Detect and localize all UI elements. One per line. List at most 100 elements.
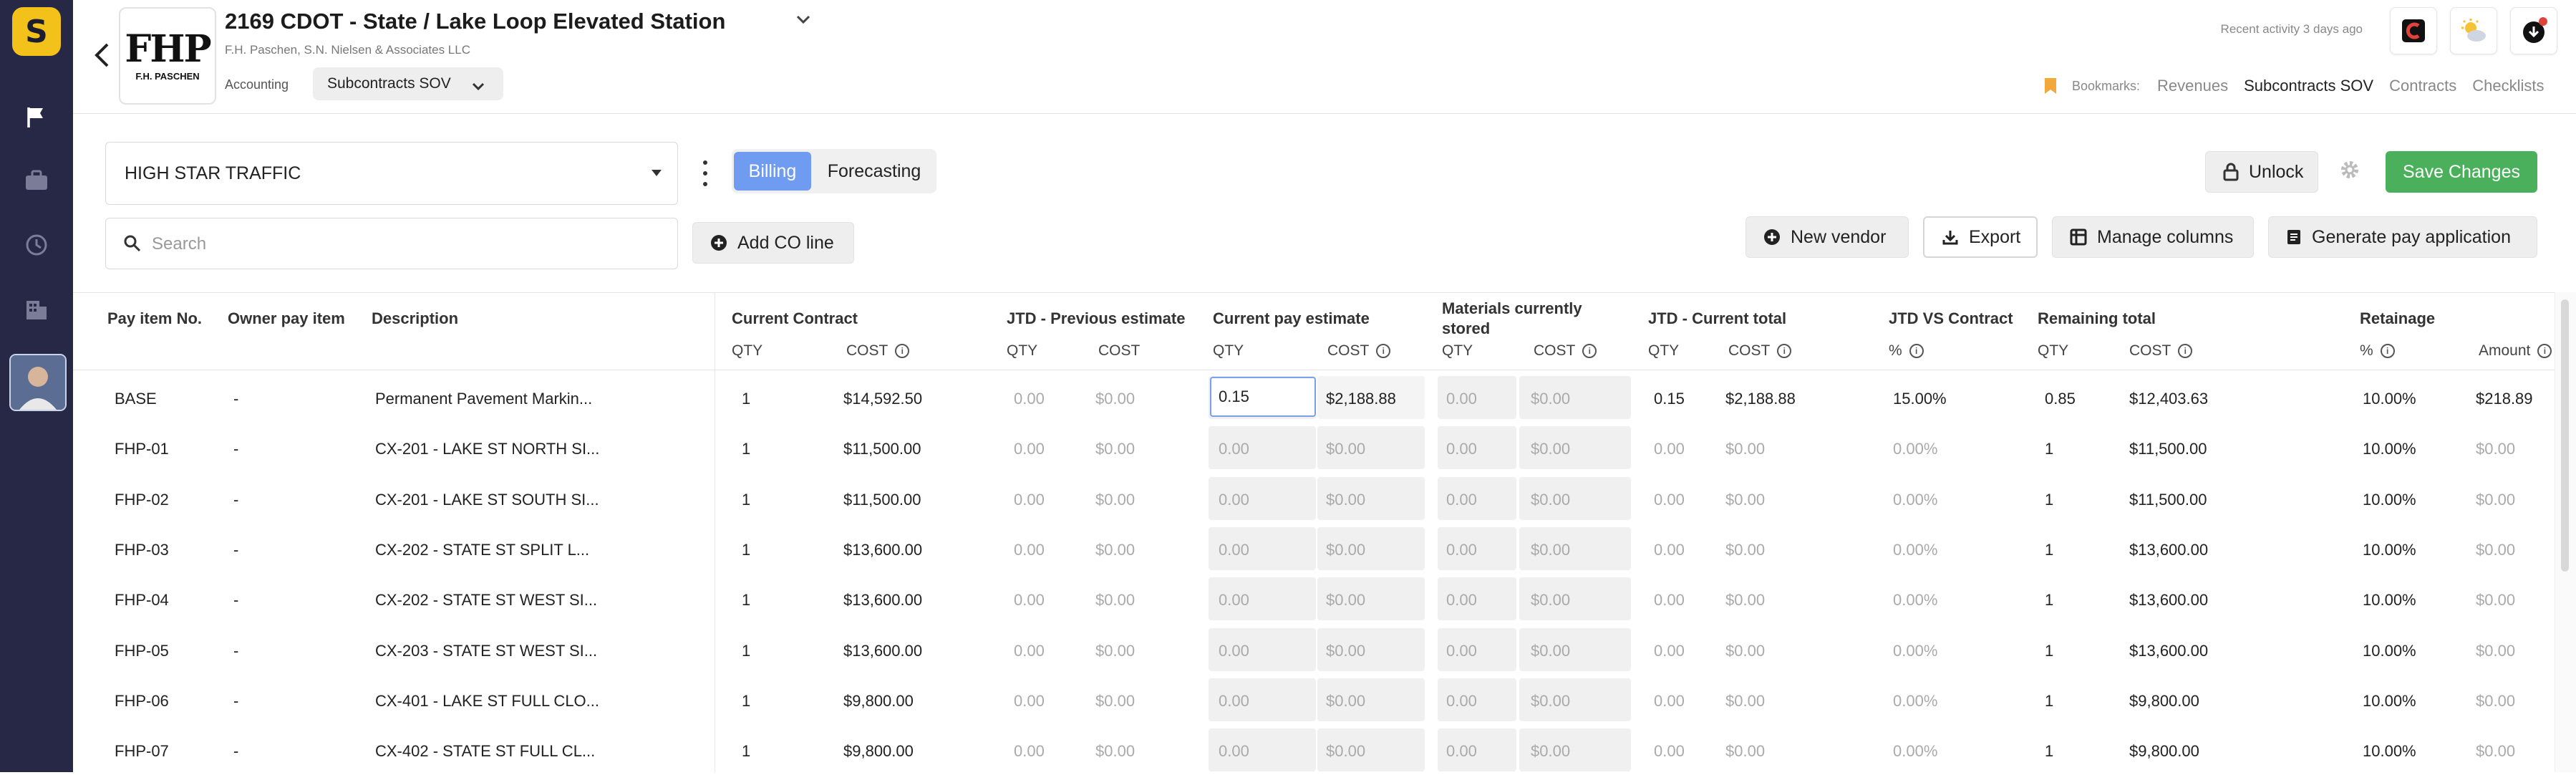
cell-rem-qty: 1 xyxy=(2045,691,2054,710)
cell-vs-pct: 0.00% xyxy=(1893,691,1938,710)
sub-jtd-qty: QTY xyxy=(1648,342,1680,359)
cell-jtd-cost: $0.00 xyxy=(1725,641,1766,660)
cell-no[interactable]: FHP-01 xyxy=(115,440,169,458)
tab-forecasting[interactable]: Forecasting xyxy=(815,152,934,191)
app-c-icon[interactable] xyxy=(2390,7,2437,54)
new-vendor-button[interactable]: New vendor xyxy=(1745,216,1909,258)
bookmark-subcontracts-sov[interactable]: Subcontracts SOV xyxy=(2244,77,2373,95)
sub-rem-cost: COST i xyxy=(2129,342,2193,360)
cell-ret-pct: 10.00% xyxy=(2363,490,2416,509)
weather-icon[interactable] xyxy=(2450,7,2497,54)
cell-rem-qty: 1 xyxy=(2045,742,2054,761)
flag-icon[interactable] xyxy=(22,103,51,132)
bookmarks-bar: Bookmarks: Revenues Subcontracts SOV Con… xyxy=(2043,77,2544,95)
export-button[interactable]: Export xyxy=(1923,216,2038,258)
cell-ret-pct: 10.00% xyxy=(2363,390,2416,408)
cell-ret-amt: $0.00 xyxy=(2476,490,2516,509)
history-icon[interactable] xyxy=(22,231,51,259)
cell-cur-cost: $0.00 xyxy=(1326,440,1366,458)
cell-cur-qty: 0.00 xyxy=(1219,691,1249,710)
save-changes-button[interactable]: Save Changes xyxy=(2386,151,2537,193)
info-icon: i xyxy=(1777,344,1792,358)
cell-owner: - xyxy=(233,440,239,458)
cell-desc[interactable]: CX-202 - STATE ST SPLIT L... xyxy=(375,541,589,559)
cell-ret-pct: 10.00% xyxy=(2363,540,2416,559)
back-arrow-icon[interactable] xyxy=(87,39,116,72)
search-input[interactable]: Search xyxy=(105,218,678,269)
cell-desc[interactable]: CX-201 - LAKE ST NORTH SI... xyxy=(375,440,599,458)
cell-cur-qty: 0.00 xyxy=(1219,540,1249,559)
col-pay-item-no[interactable]: Pay item No. xyxy=(107,309,202,328)
cell-desc[interactable]: CX-402 - STATE ST FULL CL... xyxy=(375,742,595,761)
cell-prev-cost: $0.00 xyxy=(1095,691,1136,710)
sub-cur-cost: COST i xyxy=(1327,342,1391,360)
current-qty-input[interactable]: 0.15 xyxy=(1210,377,1316,417)
scrollbar-thumb[interactable] xyxy=(2561,299,2569,572)
cell-no[interactable]: FHP-06 xyxy=(115,692,169,711)
download-notifications-icon[interactable] xyxy=(2510,7,2557,54)
sub-prev-cost: COST xyxy=(1098,342,1141,359)
table-row[interactable]: FHP-07 - CX-402 - STATE ST FULL CL... 1 $9,8… xyxy=(73,725,2555,775)
cell-jtd-qty: 0.00 xyxy=(1654,490,1685,509)
kebab-icon[interactable] xyxy=(700,160,710,186)
table-row[interactable]: FHP-02 - CX-201 - LAKE ST SOUTH SI... 1 $11,… xyxy=(73,473,2555,524)
user-avatar[interactable] xyxy=(9,354,67,411)
cell-vs-pct: 0.00% xyxy=(1893,591,1938,610)
cell-mat-cost: $0.00 xyxy=(1531,390,1571,408)
cell-no[interactable]: BASE xyxy=(115,390,157,408)
bookmark-contracts[interactable]: Contracts xyxy=(2389,77,2456,95)
building-icon[interactable] xyxy=(22,295,51,324)
chevron-down-icon[interactable] xyxy=(796,14,810,28)
cell-no[interactable]: FHP-07 xyxy=(115,742,169,761)
col-materials-line2: stored xyxy=(1442,319,1491,337)
cell-prev-qty: 0.00 xyxy=(1014,390,1045,408)
cell-cc-qty: 1 xyxy=(742,440,751,458)
table-row[interactable]: FHP-03 - CX-202 - STATE ST SPLIT L... 1 $13,… xyxy=(73,524,2555,574)
cell-jtd-cost: $0.00 xyxy=(1725,591,1766,610)
cell-mat-cost: $0.00 xyxy=(1531,490,1571,509)
lock-icon xyxy=(2223,163,2239,181)
table-row[interactable]: FHP-05 - CX-203 - STATE ST WEST SI... 1 $13,… xyxy=(73,625,2555,675)
table-scrollbar[interactable] xyxy=(2555,292,2576,772)
table-row[interactable]: FHP-06 - CX-401 - LAKE ST FULL CLO... 1 $9,8… xyxy=(73,675,2555,725)
unlock-button[interactable]: Unlock xyxy=(2205,151,2318,193)
table-row[interactable]: BASE - Permanent Pavement Markin... 1 $14,59… xyxy=(73,372,2555,423)
col-current-pay: Current pay estimate xyxy=(1213,309,1370,327)
cell-jtd-qty: 0.00 xyxy=(1654,641,1685,660)
page-title: 2169 CDOT - State / Lake Loop Elevated S… xyxy=(225,9,726,34)
cell-ret-amt: $0.00 xyxy=(2476,440,2516,458)
page-subtitle: F.H. Paschen, S.N. Nielsen & Associates … xyxy=(225,43,470,57)
cell-no[interactable]: FHP-02 xyxy=(115,491,169,509)
bookmark-checklists[interactable]: Checklists xyxy=(2472,77,2544,95)
gear-icon[interactable] xyxy=(2335,152,2364,188)
col-owner-pay-item[interactable]: Owner pay item xyxy=(228,309,345,328)
cell-mat-cost: $0.00 xyxy=(1531,691,1571,710)
generate-pay-application-button[interactable]: Generate pay application xyxy=(2268,216,2537,258)
cell-desc[interactable]: Permanent Pavement Markin... xyxy=(375,390,592,408)
add-co-line-button[interactable]: Add CO line xyxy=(692,222,854,264)
cell-desc[interactable]: CX-202 - STATE ST WEST SI... xyxy=(375,591,597,610)
cell-owner: - xyxy=(233,742,239,761)
cell-desc[interactable]: CX-201 - LAKE ST SOUTH SI... xyxy=(375,491,599,509)
cell-mat-qty: 0.00 xyxy=(1446,641,1477,660)
briefcase-icon[interactable] xyxy=(22,166,51,195)
cell-no[interactable]: FHP-04 xyxy=(115,591,169,610)
cell-desc[interactable]: CX-401 - LAKE ST FULL CLO... xyxy=(375,692,599,711)
cell-jtd-cost: $0.00 xyxy=(1725,540,1766,559)
cell-prev-qty: 0.00 xyxy=(1014,490,1045,509)
manage-columns-button[interactable]: Manage columns xyxy=(2052,216,2254,258)
cell-vs-pct: 0.00% xyxy=(1893,641,1938,660)
col-description[interactable]: Description xyxy=(372,309,458,328)
section-select[interactable]: Subcontracts SOV xyxy=(313,67,503,100)
table-row[interactable]: FHP-01 - CX-201 - LAKE ST NORTH SI... 1 $11,… xyxy=(73,423,2555,473)
vendor-select[interactable]: HIGH STAR TRAFFIC xyxy=(105,142,678,205)
bookmark-revenues[interactable]: Revenues xyxy=(2157,77,2228,95)
table-row[interactable]: FHP-04 - CX-202 - STATE ST WEST SI... 1 $13,… xyxy=(73,574,2555,624)
cell-desc[interactable]: CX-203 - STATE ST WEST SI... xyxy=(375,642,597,660)
tab-billing[interactable]: Billing xyxy=(734,152,811,191)
app-logo[interactable]: S xyxy=(12,7,61,56)
cell-vs-pct: 0.00% xyxy=(1893,742,1938,761)
cell-no[interactable]: FHP-05 xyxy=(115,642,169,660)
cell-no[interactable]: FHP-03 xyxy=(115,541,169,559)
cell-prev-qty: 0.00 xyxy=(1014,691,1045,710)
